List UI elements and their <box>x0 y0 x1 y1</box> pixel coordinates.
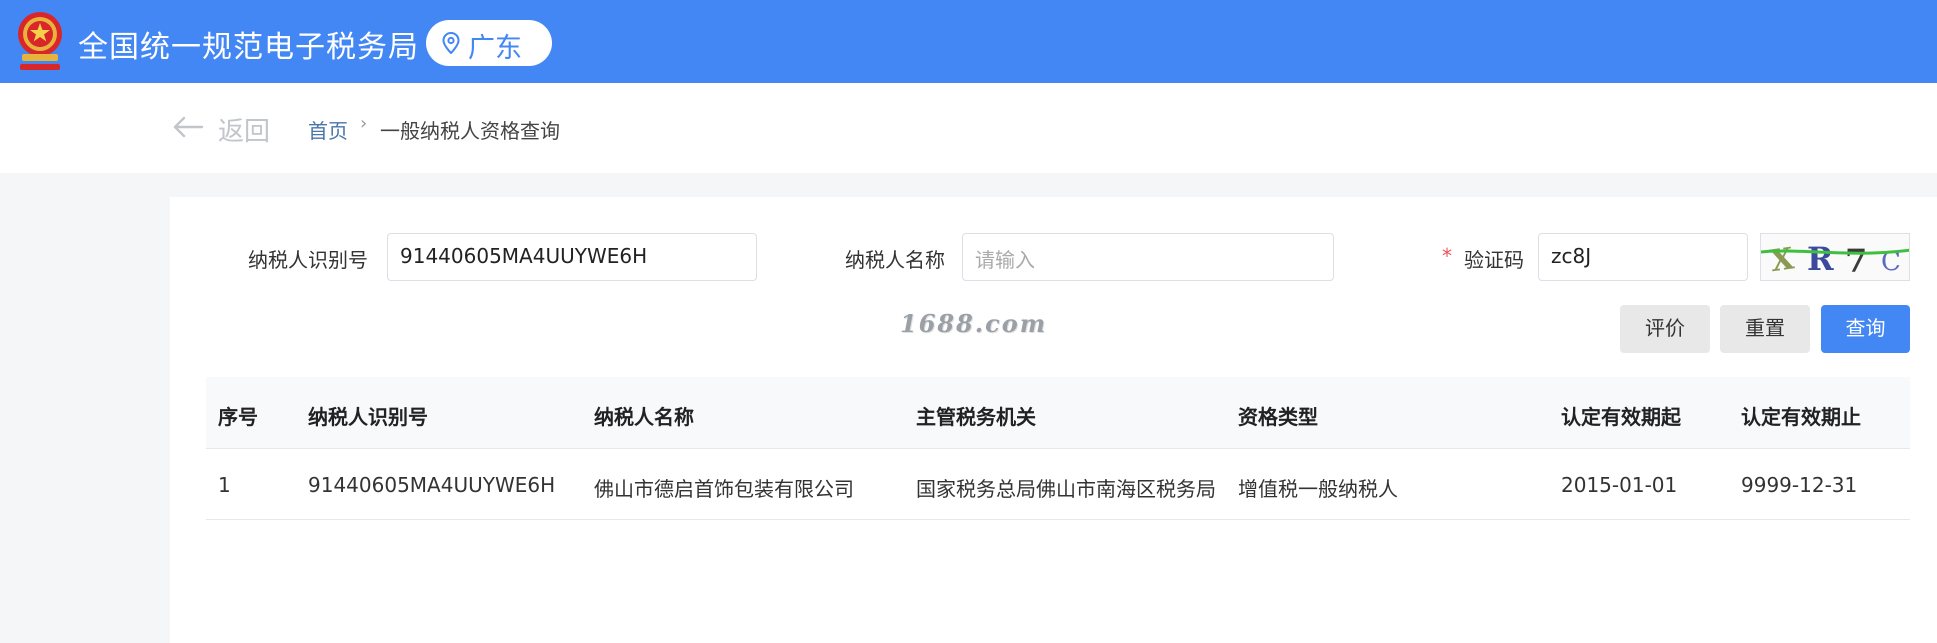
reset-button[interactable]: 重置 <box>1720 305 1810 353</box>
captcha-input[interactable]: zc8J <box>1538 233 1748 281</box>
region-selector[interactable]: 广东 <box>426 20 552 66</box>
query-button[interactable]: 查询 <box>1821 305 1910 353</box>
captcha-image[interactable]: X R 7 C <box>1760 233 1910 281</box>
back-button[interactable]: 返回 <box>218 111 270 148</box>
col-tax-authority: 主管税务机关 <box>916 405 1036 429</box>
required-mark: * <box>1442 244 1452 268</box>
cell-valid-to: 9999-12-31 <box>1741 473 1858 497</box>
svg-text:7: 7 <box>1845 242 1867 280</box>
taxpayer-name-input[interactable]: 请输入 <box>962 233 1334 281</box>
table-header: 序号 纳税人识别号 纳税人名称 主管税务机关 资格类型 认定有效期起 认定有效期… <box>206 377 1910 449</box>
chevron-right-icon: › <box>360 113 368 134</box>
taxpayer-id-input[interactable]: 91440605MA4UUYWE6H <box>387 233 757 281</box>
col-valid-from: 认定有效期起 <box>1561 405 1681 429</box>
captcha-label: 验证码 <box>1464 248 1524 272</box>
col-valid-to: 认定有效期止 <box>1741 405 1861 429</box>
evaluate-button[interactable]: 评价 <box>1620 305 1710 353</box>
col-taxpayer-name: 纳税人名称 <box>594 405 694 429</box>
cell-index: 1 <box>218 473 231 497</box>
top-header: 全国统一规范电子税务局 广东 <box>0 0 1937 83</box>
taxpayer-name-label: 纳税人名称 <box>845 248 945 272</box>
breadcrumb-home-link[interactable]: 首页 <box>308 115 348 144</box>
query-card: 纳税人识别号 91440605MA4UUYWE6H 纳税人名称 请输入 * 验证… <box>170 197 1937 643</box>
svg-text:X: X <box>1768 241 1797 279</box>
table-row: 1 91440605MA4UUYWE6H 佛山市德启首饰包装有限公司 国家税务总… <box>206 449 1910 520</box>
location-pin-icon <box>442 32 460 54</box>
col-qualification-type: 资格类型 <box>1238 405 1318 429</box>
svg-text:R: R <box>1807 240 1834 278</box>
national-emblem-icon <box>14 8 66 74</box>
cell-taxpayer-id: 91440605MA4UUYWE6H <box>308 473 556 497</box>
cell-taxpayer-name: 佛山市德启首饰包装有限公司 <box>594 477 854 501</box>
cell-tax-authority: 国家税务总局佛山市南海区税务局 <box>916 477 1216 501</box>
cell-valid-from: 2015-01-01 <box>1561 473 1678 497</box>
col-taxpayer-id: 纳税人识别号 <box>308 405 428 429</box>
site-title: 全国统一规范电子税务局 <box>78 30 419 65</box>
cell-qualification-type: 增值税一般纳税人 <box>1238 477 1398 501</box>
region-label: 广东 <box>468 33 522 64</box>
breadcrumb-current: 一般纳税人资格查询 <box>380 119 560 143</box>
taxpayer-id-label: 纳税人识别号 <box>248 248 368 272</box>
col-index: 序号 <box>218 405 258 429</box>
nav-bar: 返回 首页 › 一般纳税人资格查询 <box>0 83 1937 173</box>
watermark-logo: 1688.com <box>900 309 1048 338</box>
back-arrow-icon[interactable] <box>172 115 204 139</box>
